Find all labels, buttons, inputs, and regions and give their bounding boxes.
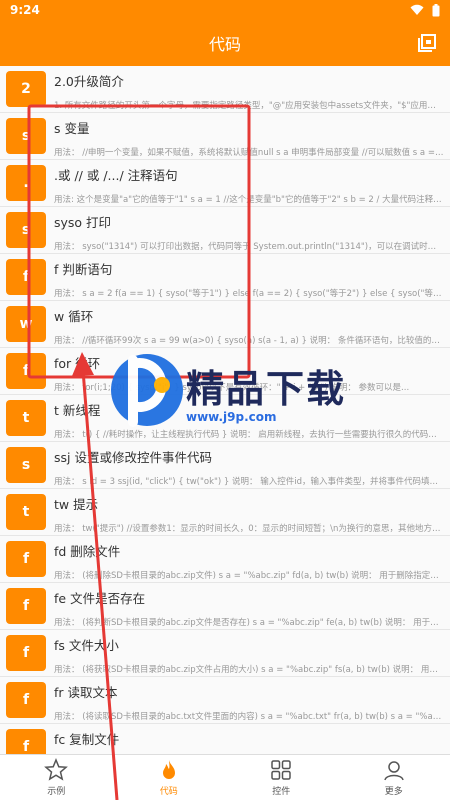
item-title: fd 删除文件 [54,544,121,559]
item-badge: f [6,729,46,754]
item-title: fc 复制文件 [54,732,120,747]
tab-label: 更多 [384,787,403,797]
item-text: ssj 设置或修改控件事件代码用法： s id = 3 ssj(id, "cli… [54,442,450,488]
list-item[interactable]: f fe 文件是否存在 用法： (将判断SD卡根目录的abc.zip文件是否存在) … [0,583,450,630]
tab-label: 示例 [47,787,66,797]
item-badge: t [6,400,46,436]
item-badge: w [6,306,46,342]
item-description: 用法： s id = 3 ssj(id, "click") { tw("ok")… [54,477,450,487]
grid-icon [271,760,291,780]
item-title: s 变量 [54,121,90,136]
item-badge: s [6,118,46,154]
watermark-brand: 精品下载 [186,367,347,411]
list-item[interactable]: s syso 打印 用法： syso("1314") 可以打印出数据，代码同等于 S… [0,207,450,254]
item-title: syso 打印 [54,215,112,230]
item-text: w 循环用法： //循环循环99次 s a = 99 w(a>0) { syso… [54,301,450,347]
item-title: f 判断语句 [54,262,113,277]
item-description: 用法： (将获取SD卡根目录的abc.zip文件占用的大小) s a = "%a… [54,665,450,675]
list-item[interactable]: ww 循环 用法： //循环循环99次 s a = 99 w(a>0) { sys… [0,301,450,348]
item-badge: f [6,541,46,577]
list-item[interactable]: f fs 文件大小 用法： (将获取SD卡根目录的abc.zip文件占用的大小) s… [0,630,450,677]
item-text: fc 复制文件用法： (将复制SD卡根目录的abc.zip文件到另一个位置)..… [54,724,450,754]
item-description: 用法： //循环循环99次 s a = 99 w(a>0) { syso(a) … [54,336,450,346]
flame-icon [162,760,175,779]
battery-icon [432,3,440,16]
item-description: 用法： (将读取SD卡根目录的abc.txt文件里面的内容) s a = "%a… [54,712,450,722]
list-item[interactable]: f fc 复制文件用法： (将复制SD卡根目录的abc.zip文件到另一个位置).… [0,724,450,754]
list-item[interactable]: ff 判断语句 用法： s a = 2 f(a == 1) { syso("等于1… [0,254,450,301]
status-bar: 9:24 [0,0,450,20]
item-description: 用法： (将删除SD卡根目录的abc.zip文件) s a = "%abc.zi… [54,571,450,581]
user-icon [384,761,404,781]
item-text: 2.0升级简介 1. 所有文件路径的开头第一个字母，需要指定路径类型，"@"应用安… [54,66,450,112]
item-title: tw 提示 [54,497,99,512]
watermark-url: www.j9p.com [186,410,277,424]
copy-icon[interactable] [416,32,438,54]
star-icon [44,758,69,781]
item-description: 用法： tw("提示") //设置参数1：显示的时间长久，0：显示的时间短暂；\… [54,524,450,534]
item-text: .或 // 或 /.../ 注释语句用法: 这个是变量"a"它的值等于"1" s… [54,160,450,206]
item-title: ssj 设置或修改控件事件代码 [54,450,212,465]
item-description: 用法： (将判断SD卡根目录的abc.zip文件是否存在) s a = "%ab… [54,618,450,628]
tab-grid[interactable]: 控件 [225,755,338,800]
item-description: 用法： syso("1314") 可以打印出数据，代码同等于 System.ou… [54,242,450,252]
item-text: fd 删除文件用法： (将删除SD卡根目录的abc.zip文件) s a = "… [54,536,450,582]
status-icons [410,3,440,17]
item-text: f 判断语句用法： s a = 2 f(a == 1) { syso("等于1"… [54,254,450,300]
list-item[interactable]: f fd 删除文件 用法： (将删除SD卡根目录的abc.zip文件) s a = … [0,536,450,583]
list-item[interactable]: 2 2.0升级简介 1. 所有文件路径的开头第一个字母，需要指定路径类型，"@"应用… [0,66,450,113]
item-badge: t [6,494,46,530]
page-title: 代码 [208,35,241,54]
item-badge: f [6,259,46,295]
list-item[interactable]: ss 变量 用法： //申明一个变量，如果不赋值，系统将默认赋值null s a … [0,113,450,160]
list-item[interactable]: . .或 // 或 /.../ 注释语句 用法: 这个是变量"a"它的值等于"1" … [0,160,450,207]
tab-star[interactable]: 示例 [0,755,113,800]
list-item[interactable]: s ssj 设置或修改控件事件代码 用法： s id = 3 ssj(id, "cl… [0,442,450,489]
item-text: syso 打印用法： syso("1314") 可以打印出数据，代码同等于 Sy… [54,207,450,253]
item-badge: f [6,588,46,624]
item-badge: 2 [6,71,46,107]
item-description: 用法: 这个是变量"a"它的值等于"1" s a = 1 //这个是变量"b"它… [54,195,450,205]
tab-user[interactable]: 更多 [338,755,450,800]
app-bar: 代码 [0,20,450,66]
item-badge: . [6,165,46,201]
tab-label: 控件 [272,787,291,797]
status-time: 9:24 [10,3,40,17]
item-text: tw 提示用法： tw("提示") //设置参数1：显示的时间长久，0：显示的时… [54,489,450,535]
item-description: 1. 所有文件路径的开头第一个字母，需要指定路径类型，"@"应用安装包中asse… [54,101,450,111]
item-description: 用法： t() { //耗时操作，让主线程执行代码 } 说明： 启用新线程，去执… [54,430,450,440]
item-text: s 变量用法： //申明一个变量，如果不赋值，系统将默认赋值null s a 申… [54,113,450,159]
item-title: .或 // 或 /.../ 注释语句 [54,168,178,183]
item-badge: f [6,682,46,718]
item-title: fe 文件是否存在 [54,591,146,606]
item-title: 2.0升级简介 [54,74,124,89]
list-item[interactable]: f fr 读取文本 用法： (将读取SD卡根目录的abc.txt文件里面的内容) s… [0,677,450,724]
item-title: fr 读取文本 [54,685,118,700]
item-text: fs 文件大小用法： (将获取SD卡根目录的abc.zip文件占用的大小) s … [54,630,450,676]
item-description: 用法： //申明一个变量，如果不赋值，系统将默认赋值null s a 申明事件局… [54,148,450,158]
item-badge: f [6,353,46,389]
item-text: fr 读取文本用法： (将读取SD卡根目录的abc.txt文件里面的内容) s … [54,677,450,723]
item-badge: f [6,635,46,671]
item-text: fe 文件是否存在用法： (将判断SD卡根目录的abc.zip文件是否存在) s… [54,583,450,629]
tab-label: 代码 [159,787,178,797]
item-badge: s [6,212,46,248]
bottom-navigation: 示例 代码 控件 更多 [0,754,450,800]
item-badge: s [6,447,46,483]
item-title: w 循环 [54,309,94,324]
item-description: 用法： s a = 2 f(a == 1) { syso("等于1") } el… [54,289,450,299]
list-item[interactable]: t tw 提示 用法： tw("提示") //设置参数1：显示的时间长久，0：显示的… [0,489,450,536]
item-title: fs 文件大小 [54,638,119,653]
wifi-icon [410,4,424,15]
tab-flame[interactable]: 代码 [113,755,226,800]
